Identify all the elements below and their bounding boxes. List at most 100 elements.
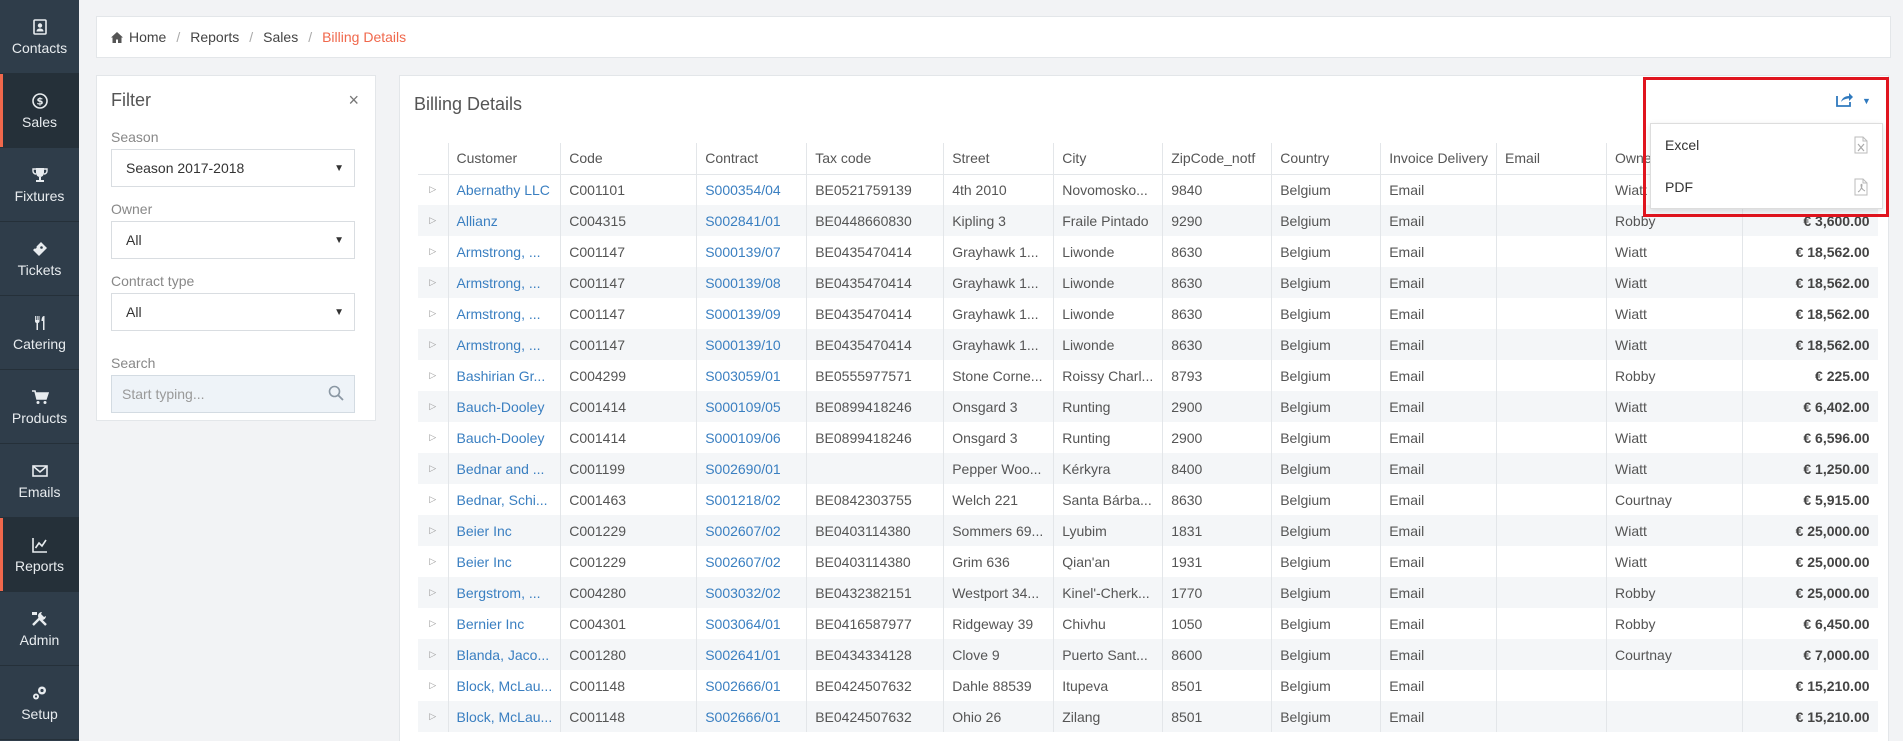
breadcrumb-sales[interactable]: Sales (263, 29, 298, 45)
expand-row-icon[interactable]: ▷ (418, 298, 448, 329)
table-cell[interactable]: S000354/04 (696, 174, 807, 205)
table-cell[interactable]: Allianz (447, 205, 561, 236)
season-select[interactable]: Season 2017-2018 ▼ (111, 149, 355, 187)
column-header[interactable]: Invoice Delivery (1380, 143, 1497, 175)
search-input[interactable]: Start typing... (111, 375, 355, 413)
table-cell[interactable]: Bernier Inc (447, 608, 561, 639)
sidebar-item-reports[interactable]: Reports (0, 518, 79, 592)
table-cell[interactable]: S002641/01 (696, 639, 807, 670)
column-header[interactable]: Street (943, 143, 1054, 175)
table-cell[interactable]: Bednar and ... (447, 453, 561, 484)
expand-row-icon[interactable]: ▷ (418, 205, 448, 236)
table-cell[interactable]: S000109/06 (696, 422, 807, 453)
expand-row-icon[interactable]: ▷ (418, 484, 448, 515)
table-row[interactable]: ▷ Armstrong, ... C001147 S000139/10 BE043547… (418, 329, 1878, 360)
table-cell[interactable]: Bauch-Dooley (447, 422, 561, 453)
table-cell[interactable]: Block, McLau... (447, 701, 561, 732)
table-cell[interactable]: Beier Inc (447, 546, 561, 577)
table-cell[interactable]: S000139/10 (696, 329, 807, 360)
table-row[interactable]: ▷ Bernier Inc C004301 S003064/01 BE041658797… (418, 608, 1878, 639)
expand-row-icon[interactable]: ▷ (418, 360, 448, 391)
table-cell[interactable]: Armstrong, ... (447, 267, 561, 298)
table-cell[interactable]: S002666/01 (696, 670, 807, 701)
table-row[interactable]: ▷ Armstrong, ... C001147 S000139/09 BE043547… (418, 298, 1878, 329)
table-row[interactable]: ▷ Beier Inc C001229 S002607/02 BE0403114380 G… (418, 546, 1878, 577)
expand-row-icon[interactable]: ▷ (418, 577, 448, 608)
expand-row-icon[interactable]: ▷ (418, 267, 448, 298)
table-cell[interactable]: Block, McLau... (447, 670, 561, 701)
expand-row-icon[interactable]: ▷ (418, 453, 448, 484)
expand-row-icon[interactable]: ▷ (418, 174, 448, 205)
column-header[interactable]: Email (1496, 143, 1607, 175)
close-icon[interactable]: × (348, 90, 359, 111)
sidebar-item-contacts[interactable]: Contacts (0, 0, 79, 74)
column-header[interactable]: ZipCode_notf (1162, 143, 1272, 175)
column-header[interactable]: Country (1271, 143, 1381, 175)
column-header[interactable]: Tax code (806, 143, 944, 175)
table-cell[interactable]: S002607/02 (696, 546, 807, 577)
column-header[interactable]: Customer (447, 143, 561, 175)
expand-row-icon[interactable]: ▷ (418, 546, 448, 577)
table-cell[interactable]: S002666/01 (696, 701, 807, 732)
expand-row-icon[interactable]: ▷ (418, 391, 448, 422)
expand-row-icon[interactable]: ▷ (418, 701, 448, 732)
breadcrumb-reports[interactable]: Reports (190, 29, 239, 45)
export-button[interactable]: ▼ (1836, 92, 1871, 110)
table-row[interactable]: ▷ Beier Inc C001229 S002607/02 BE0403114380 S… (418, 515, 1878, 546)
table-cell[interactable]: Abernathy LLC (447, 174, 561, 205)
sidebar-item-setup[interactable]: Setup (0, 666, 79, 740)
table-row[interactable]: ▷ Bergstrom, ... C004280 S003032/02 BE043238… (418, 577, 1878, 608)
table-cell[interactable]: Armstrong, ... (447, 236, 561, 267)
table-cell[interactable]: S000139/08 (696, 267, 807, 298)
table-cell[interactable]: S003032/02 (696, 577, 807, 608)
table-cell[interactable]: Armstrong, ... (447, 329, 561, 360)
expand-row-icon[interactable]: ▷ (418, 670, 448, 701)
sidebar-item-products[interactable]: Products (0, 370, 79, 444)
table-row[interactable]: ▷ Block, McLau... C001148 S002666/01 BE04245… (418, 701, 1878, 732)
table-row[interactable]: ▷ Block, McLau... C001148 S002666/01 BE04245… (418, 670, 1878, 701)
table-cell[interactable]: Bauch-Dooley (447, 391, 561, 422)
sidebar-item-sales[interactable]: $ Sales (0, 74, 79, 148)
sidebar-item-emails[interactable]: Emails (0, 444, 79, 518)
sidebar-item-tickets[interactable]: Tickets (0, 222, 79, 296)
sidebar-item-fixtures[interactable]: Fixtures (0, 148, 79, 222)
table-cell[interactable]: S000139/09 (696, 298, 807, 329)
sidebar-item-catering[interactable]: Catering (0, 296, 79, 370)
column-header[interactable]: Contract (696, 143, 807, 175)
sidebar-item-admin[interactable]: Admin (0, 592, 79, 666)
table-cell[interactable]: S000139/07 (696, 236, 807, 267)
table-cell[interactable]: Beier Inc (447, 515, 561, 546)
table-cell[interactable]: S002607/02 (696, 515, 807, 546)
column-header[interactable]: City (1053, 143, 1163, 175)
table-cell[interactable]: Bashirian Gr... (447, 360, 561, 391)
table-cell[interactable]: S002690/01 (696, 453, 807, 484)
table-cell[interactable]: S000109/05 (696, 391, 807, 422)
table-cell[interactable]: S003059/01 (696, 360, 807, 391)
home-icon[interactable] (111, 31, 123, 43)
breadcrumb-home[interactable]: Home (129, 29, 166, 45)
table-cell[interactable]: Bednar, Schi... (447, 484, 561, 515)
expand-row-icon[interactable]: ▷ (418, 236, 448, 267)
table-row[interactable]: ▷ Bednar, Schi... C001463 S001218/02 BE08423… (418, 484, 1878, 515)
column-header[interactable]: Code (560, 143, 697, 175)
table-row[interactable]: ▷ Bauch-Dooley C001414 S000109/05 BE08994182… (418, 391, 1878, 422)
expand-row-icon[interactable]: ▷ (418, 608, 448, 639)
expand-row-icon[interactable]: ▷ (418, 422, 448, 453)
table-cell[interactable]: Bergstrom, ... (447, 577, 561, 608)
expand-row-icon[interactable]: ▷ (418, 639, 448, 670)
table-row[interactable]: ▷ Bednar and ... C001199 S002690/01 Pepper W… (418, 453, 1878, 484)
table-row[interactable]: ▷ Bashirian Gr... C004299 S003059/01 BE05559… (418, 360, 1878, 391)
table-cell[interactable]: S001218/02 (696, 484, 807, 515)
expand-row-icon[interactable]: ▷ (418, 329, 448, 360)
export-excel-item[interactable]: Excel (1651, 124, 1882, 166)
table-cell[interactable]: Armstrong, ... (447, 298, 561, 329)
table-row[interactable]: ▷ Armstrong, ... C001147 S000139/07 BE043547… (418, 236, 1878, 267)
expand-row-icon[interactable]: ▷ (418, 515, 448, 546)
table-row[interactable]: ▷ Blanda, Jaco... C001280 S002641/01 BE04343… (418, 639, 1878, 670)
owner-select[interactable]: All ▼ (111, 221, 355, 259)
table-cell[interactable]: S002841/01 (696, 205, 807, 236)
export-pdf-item[interactable]: PDF (1651, 166, 1882, 208)
table-row[interactable]: ▷ Armstrong, ... C001147 S000139/08 BE043547… (418, 267, 1878, 298)
search-icon[interactable] (328, 385, 344, 404)
table-cell[interactable]: S003064/01 (696, 608, 807, 639)
